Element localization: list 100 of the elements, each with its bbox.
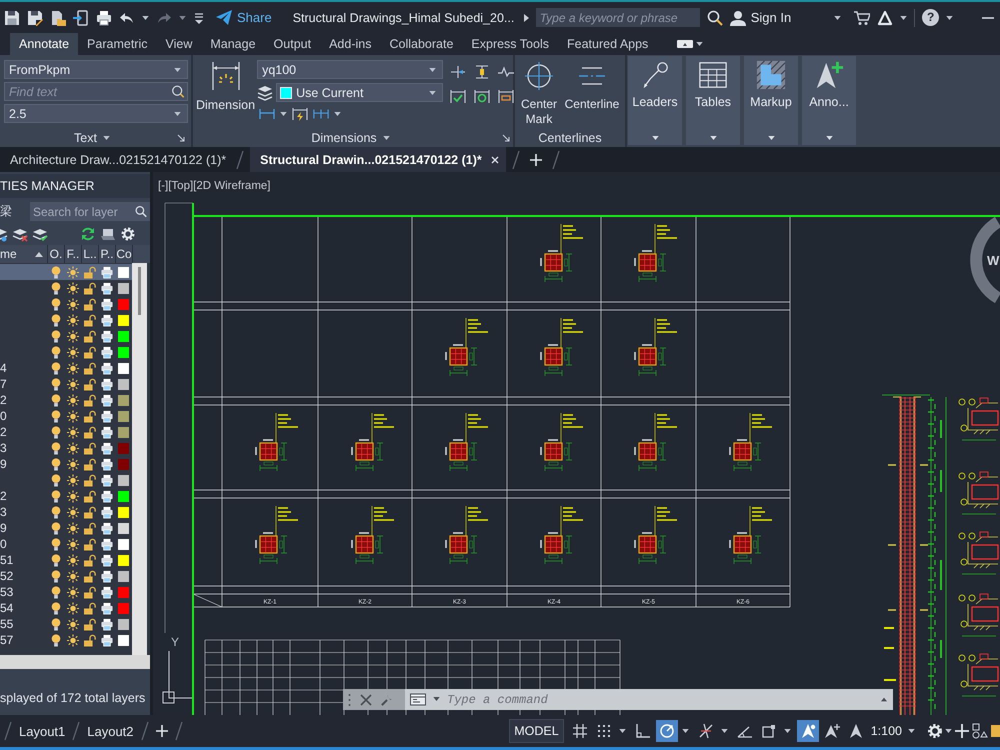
sun-icon[interactable] [66,314,79,326]
layer-row[interactable]: 51 [0,552,132,568]
plus-icon[interactable] [530,154,542,166]
triangle-icon[interactable] [877,10,894,26]
layer-stack-icon[interactable] [12,226,28,242]
sun-icon[interactable] [66,458,79,470]
model-space-button[interactable]: MODEL [509,719,564,743]
view-menu[interactable]: [Top] [168,180,194,192]
save-as-icon[interactable] [27,10,43,26]
layer-color-swatch[interactable] [118,458,130,470]
open-lock-icon[interactable] [84,618,96,630]
light-bulb-icon[interactable] [50,346,62,358]
light-bulb-icon[interactable] [50,474,62,486]
settings-icon[interactable] [927,723,943,739]
layer-search-field[interactable]: Search for layer [30,202,134,221]
sun-icon[interactable] [66,282,79,294]
light-bulb-icon[interactable] [50,394,62,406]
layer-row[interactable]: 55 [0,616,132,632]
light-bulb-icon[interactable] [50,458,62,470]
printer-icon[interactable] [100,602,113,614]
open-lock-icon[interactable] [84,410,96,422]
layer-color-swatch[interactable] [118,442,130,454]
printer-icon[interactable] [100,442,113,454]
light-bulb-icon[interactable] [50,282,62,294]
sun-icon[interactable] [66,298,79,310]
open-lock-icon[interactable] [84,298,96,310]
dialog-launcher-icon[interactable] [177,134,185,142]
light-bulb-icon[interactable] [50,618,62,630]
layer-row[interactable]: 2 [0,488,132,504]
layout-tab[interactable]: Layout1 [15,724,70,738]
printer-icon[interactable] [100,522,113,534]
layer-color-swatch[interactable] [118,362,130,374]
sun-icon[interactable] [66,554,79,566]
printer-icon[interactable] [100,426,113,438]
ribbon-tab[interactable]: Manage [201,33,265,55]
open-lock-icon[interactable] [84,458,96,470]
light-bulb-icon[interactable] [50,506,62,518]
printer-icon[interactable] [100,586,113,598]
light-bulb-icon[interactable] [50,554,62,566]
sun-icon[interactable] [66,378,79,390]
visual-style-menu[interactable]: [2D Wireframe] [193,180,270,192]
layer-row[interactable]: 54 [0,600,132,616]
text-style-dropdown[interactable]: FromPkpm [4,60,188,79]
sun-icon[interactable] [66,474,79,486]
layer-icon[interactable] [100,226,116,242]
open-lock-icon[interactable] [84,346,96,358]
dimension-button[interactable]: Dimension [196,60,256,122]
open-lock-icon[interactable] [84,314,96,326]
light-bulb-icon[interactable] [50,410,62,422]
save-icon[interactable] [4,10,20,26]
layer-color-swatch[interactable] [118,538,130,550]
zigzag-icon[interactable] [498,64,514,80]
search-icon[interactable] [706,10,723,26]
compass-direction-label[interactable]: W [987,253,1000,268]
light-bulb-icon[interactable] [50,634,62,646]
scrollbar[interactable] [132,263,147,655]
open-lock-icon[interactable] [84,474,96,486]
minimize-icon[interactable] [982,16,994,18]
layer-color-swatch[interactable] [118,602,130,614]
open-lock-icon[interactable] [84,442,96,454]
shapes-icon[interactable] [972,723,988,739]
device-arrow-icon[interactable] [73,10,89,26]
ribbon-tab[interactable]: Collaborate [380,33,462,55]
search-field[interactable]: Type a keyword or phrase [536,8,700,27]
panel-title-button[interactable]: Dimensions [311,130,390,144]
open-lock-icon[interactable] [84,506,96,518]
open-lock-icon[interactable] [84,490,96,502]
caret-icon[interactable] [784,729,791,733]
open-lock-icon[interactable] [84,394,96,406]
settings-icon[interactable] [120,226,136,242]
sign-in-button[interactable]: Sign In [730,10,792,26]
printer-icon[interactable] [100,474,113,486]
caret-up-icon[interactable] [875,689,893,710]
centerline-tool-button[interactable]: Centerline [564,62,620,127]
refresh-icon[interactable] [80,226,96,242]
plus-icon[interactable] [954,723,970,739]
layer-color-swatch[interactable] [118,266,130,278]
layer-row[interactable]: 3 [0,504,132,520]
layer-row[interactable] [0,264,132,280]
light-bulb-icon[interactable] [50,426,62,438]
light-bulb-icon[interactable] [50,362,62,374]
sun-icon[interactable] [66,362,79,374]
sun-icon[interactable] [66,346,79,358]
layer-color-swatch[interactable] [118,634,130,646]
printer-icon[interactable] [100,538,113,550]
printer-icon[interactable] [100,394,113,406]
light-bulb-icon[interactable] [50,570,62,582]
light-bulb-icon[interactable] [50,538,62,550]
command-input-field[interactable]: Type a command [443,689,875,710]
layer-color-swatch[interactable] [118,618,130,630]
light-bulb-icon[interactable] [50,602,62,614]
sun-icon[interactable] [66,506,79,518]
document-tab[interactable]: Architecture Draw...021521470122 (1)* [6,147,230,172]
sun-icon[interactable] [66,586,79,598]
ribbon-tab[interactable]: Parametric [78,33,156,55]
light-bulb-icon[interactable] [50,586,62,598]
layer-color-swatch[interactable] [118,394,130,406]
caret-icon[interactable] [618,729,626,733]
ribbon-tab[interactable]: Add-ins [320,33,380,55]
print-icon[interactable] [96,10,112,26]
